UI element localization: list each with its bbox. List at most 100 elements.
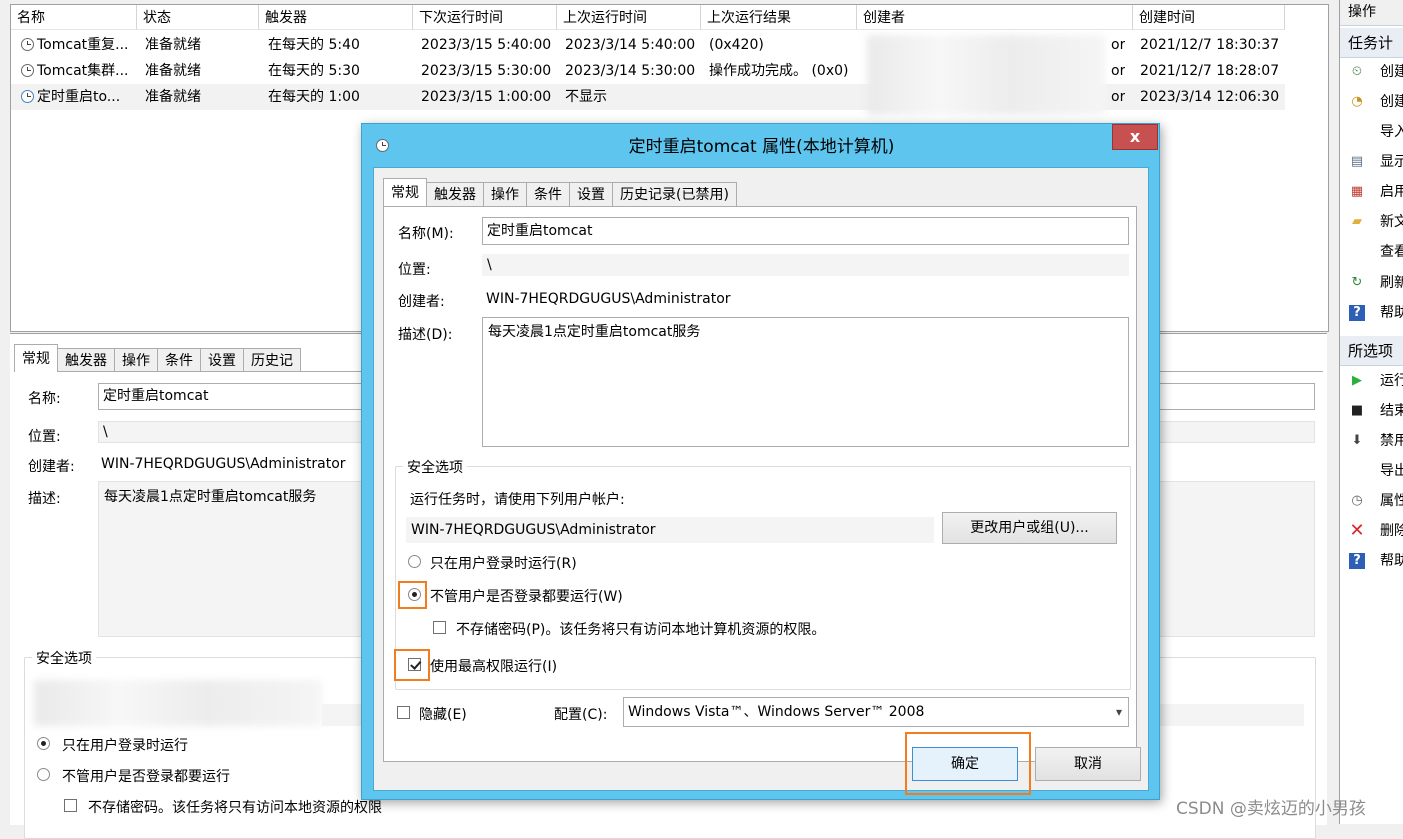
close-icon: x [1129,127,1141,146]
radio-run-whether-logged-on-label[interactable]: 不管用户是否登录都要运行(W) [430,586,623,606]
refresh-icon: ↻ [1351,275,1363,290]
actions-header: 操作 [1340,0,1403,26]
column-header-last-result[interactable]: 上次运行结果 [701,5,857,30]
action-create-basic-task[interactable]: ⏲ 创建 [1340,57,1403,87]
detail-radio-whether [37,768,50,781]
detail-radio-logged-on [37,737,50,750]
action-help-selected[interactable]: ? 帮助 [1340,546,1403,576]
dialog-description-label: 描述(D): [398,327,453,343]
dialog-name-label: 名称(M): [398,226,454,242]
column-header-author[interactable]: 创建者 [857,5,1133,30]
checkbox-hidden[interactable] [397,706,410,719]
stop-icon: ■ [1350,403,1364,418]
dialog-tab-actions[interactable]: 操作 [483,182,527,206]
action-disable[interactable]: ⬇ 禁用 [1340,426,1403,456]
action-view[interactable]: 查看 [1340,237,1403,267]
detail-chk-no-store [64,799,77,812]
detail-tab-settings[interactable]: 设置 [200,348,244,372]
dialog-location-field: \ [482,254,1129,276]
properties-icon: ◷ [1351,493,1363,508]
detail-tab-general[interactable]: 常规 [14,344,58,372]
disable-icon: ⬇ [1351,433,1363,448]
redacted-user-blur [34,680,322,726]
config-select[interactable]: Windows Vista™、Windows Server™ 2008 ▾ [623,697,1129,727]
dialog-location-label: 位置: [398,262,431,278]
task-clock-icon [21,38,34,51]
detail-tab-triggers[interactable]: 触发器 [57,348,115,372]
checkbox-hidden-label[interactable]: 隐藏(E) [419,704,467,724]
action-end[interactable]: ■ 结束 [1340,396,1403,426]
dialog-tab-conditions[interactable]: 条件 [526,182,570,206]
enable-icon: ▦ [1350,184,1364,199]
action-display-running[interactable]: ▤ 显示 [1340,147,1403,177]
detail-location-label: 位置: [28,429,61,445]
dialog-body: 常规 触发器 操作 条件 设置 历史记录(已禁用) 名称(M): 定时重启tom… [373,167,1149,791]
radio-run-only-logged-on[interactable] [408,555,421,568]
dialog-run-as-prompt: 运行任务时，请使用下列用户帐户: [410,492,625,508]
dialog-author-label: 创建者: [398,294,445,310]
radio-run-only-logged-on-label[interactable]: 只在用户登录时运行(R) [430,553,577,573]
run-icon: ▶ [1352,373,1362,388]
dialog-tab-general[interactable]: 常规 [383,178,427,206]
dialog-tab-settings[interactable]: 设置 [569,182,613,206]
dialog-name-input[interactable]: 定时重启tomcat [482,217,1129,245]
help-icon: ? [1349,553,1365,569]
detail-name-label: 名称: [28,391,61,407]
checkbox-do-not-store-password[interactable] [433,621,446,634]
task-clock-icon [21,64,34,77]
action-delete[interactable]: ✕ 删除 [1340,516,1403,546]
checkbox-run-highest-privileges-label[interactable]: 使用最高权限运行(I) [430,656,557,676]
highlight-box-radio [398,581,427,609]
create-basic-task-icon: ⏲ [1351,64,1363,79]
detail-tab-actions[interactable]: 操作 [114,348,158,372]
checkbox-do-not-store-password-label[interactable]: 不存储密码(P)。该任务将只有访问本地计算机资源的权限。 [456,619,825,639]
column-header-created[interactable]: 创建时间 [1133,5,1285,30]
close-button[interactable]: x [1112,124,1158,150]
action-export[interactable]: 导出 [1340,456,1403,486]
column-header-status[interactable]: 状态 [137,5,259,30]
cancel-button[interactable]: 取消 [1035,747,1141,781]
action-enable-history[interactable]: ▦ 启用 [1340,177,1403,207]
redacted-author-blur [867,35,1105,115]
action-properties[interactable]: ◷ 属性 [1340,486,1403,516]
dialog-tab-history[interactable]: 历史记录(已禁用) [612,182,737,206]
actions-section-task-scheduler[interactable]: 任务计 [1340,28,1403,58]
column-header-name[interactable]: 名称 [11,5,137,30]
detail-tabbar: 常规 触发器 操作 条件 设置 历史记 [14,344,301,372]
detail-author-value: WIN-7HEQRDGUGUS\Administrator [101,456,346,472]
highlight-box-ok [905,732,1031,795]
chevron-down-icon: ▾ [1115,705,1122,719]
action-new-folder[interactable]: ▰ 新文 [1340,207,1403,237]
detail-tab-conditions[interactable]: 条件 [157,348,201,372]
detail-radio-whether-label: 不管用户是否登录都要运行 [62,769,230,785]
detail-security-title: 安全选项 [32,648,96,668]
new-folder-icon: ▰ [1352,214,1362,229]
column-header-next-run[interactable]: 下次运行时间 [413,5,557,30]
action-refresh[interactable]: ↻ 刷新 [1340,268,1403,298]
detail-chk-no-store-label: 不存储密码。该任务将只有访问本地资源的权限 [88,800,382,816]
actions-pane: 操作 任务计 ⏲ 创建 ◔ 创建 导入 ▤ 显示 ▦ 启用 ▰ 新文 查看 ↻ 刷新 ? 帮助… [1339,0,1403,824]
create-task-icon: ◔ [1351,94,1363,109]
dialog-security-title: 安全选项 [403,457,467,477]
column-header-trigger[interactable]: 触发器 [259,5,413,30]
dialog-title: 定时重启tomcat 属性(本地计算机) [628,137,895,157]
dialog-tabbar: 常规 触发器 操作 条件 设置 历史记录(已禁用) [383,178,737,206]
dialog-description-input[interactable]: 每天凌晨1点定时重启tomcat服务 [482,317,1129,447]
task-clock-icon [21,90,34,103]
detail-author-label: 创建者: [28,459,75,475]
dialog-tab-triggers[interactable]: 触发器 [426,182,484,206]
detail-description-label: 描述: [28,491,61,507]
dialog-run-as-user: WIN-7HEQRDGUGUS\Administrator [406,517,934,543]
column-header-last-run[interactable]: 上次运行时间 [557,5,701,30]
detail-tab-history[interactable]: 历史记 [243,348,301,372]
action-help[interactable]: ? 帮助 [1340,298,1403,328]
action-create-task[interactable]: ◔ 创建 [1340,87,1403,117]
detail-radio-logged-on-label: 只在用户登录时运行 [62,738,188,754]
action-import[interactable]: 导入 [1340,117,1403,147]
display-icon: ▤ [1350,154,1364,169]
help-icon: ? [1349,305,1365,321]
action-run[interactable]: ▶ 运行 [1340,366,1403,396]
config-select-value: Windows Vista™、Windows Server™ 2008 [628,704,925,720]
change-user-button[interactable]: 更改用户或组(U)... [942,512,1117,544]
actions-section-selected[interactable]: 所选项 [1340,336,1403,366]
